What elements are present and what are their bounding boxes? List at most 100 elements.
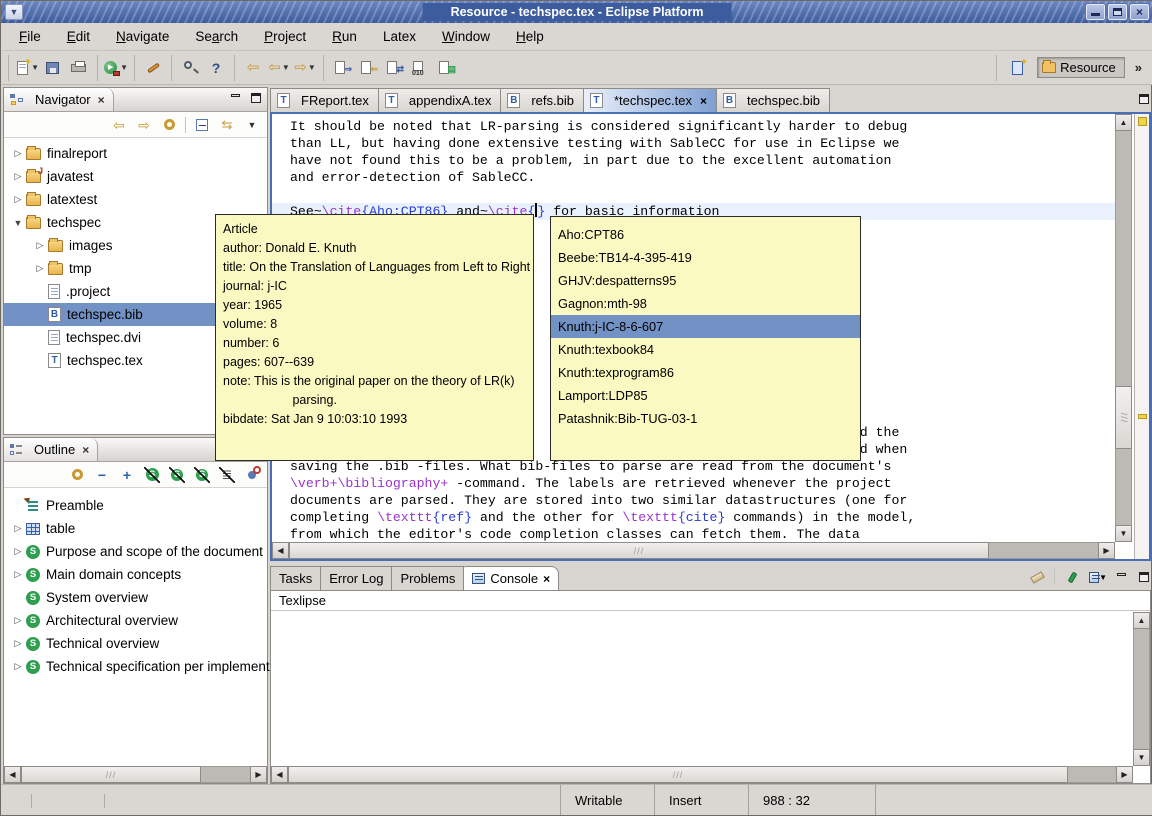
expand-icon[interactable]: + [118,466,136,484]
forward-icon[interactable]: ⇨ [135,116,153,134]
restore-button[interactable] [1107,3,1128,21]
console-vscroll-up-arrow[interactable]: ▲ [1133,612,1150,629]
display-console-button[interactable]: ▼ [1089,568,1107,586]
menu-run[interactable]: Run [319,25,370,48]
editor-tab-freport.tex[interactable]: FReport.tex [270,88,379,112]
window-menu-button[interactable]: ▼ [5,4,23,20]
console-hscroll-right-arrow[interactable]: ▶ [1116,766,1133,783]
navigator-item-javatest[interactable]: ▷ javatest [4,165,267,188]
navigator-minimize-button[interactable] [229,92,243,105]
outline-item-table[interactable]: ▷ table [4,517,267,540]
expander-icon[interactable]: ▷ [32,263,48,274]
completion-item[interactable]: Knuth:j-IC-8-6-607 [551,315,860,338]
navigator-title-tab[interactable]: Navigator × [4,88,114,111]
highlighter-button[interactable] [141,56,165,80]
close-icon[interactable]: × [543,572,550,586]
editor-hscroll-right-arrow[interactable]: ▶ [1098,542,1115,559]
completion-item[interactable]: Lamport:LDP85 [551,384,860,407]
context-help-button[interactable]: ? [204,56,228,80]
hide-subsections-icon[interactable] [168,466,186,484]
search-button[interactable] [178,56,202,80]
refresh-icon[interactable] [68,466,86,484]
editor-vscroll-track[interactable] [1115,131,1132,525]
back-icon[interactable]: ⇦ [110,116,128,134]
editor-tab-refs.bib[interactable]: refs.bib [501,88,584,112]
up-icon[interactable] [160,116,178,134]
editor-tab-appendixa.tex[interactable]: appendixA.tex [378,88,502,112]
outline-item-system-overview[interactable]: System overview [4,586,267,609]
open-perspective-button[interactable]: ✦ [1006,56,1030,80]
print-button[interactable] [67,56,91,80]
expander-icon[interactable]: ▷ [10,638,26,649]
overview-warning-marker[interactable] [1138,117,1147,126]
clear-console-button[interactable] [1028,568,1046,586]
outline-hscroll-thumb[interactable]: /// [21,766,201,783]
nav-back-button[interactable]: ⇦ [241,56,265,80]
menu-edit[interactable]: Edit [54,25,103,48]
console-vscroll-track[interactable] [1133,629,1150,749]
editor-tab-techspec.bib[interactable]: techspec.bib [717,88,831,112]
completion-item[interactable]: Gagnon:mth-98 [551,292,860,315]
completion-item[interactable]: Aho:CPT86 [551,223,860,246]
outline-title-tab[interactable]: Outline × [4,438,99,461]
perspective-overflow-chevron[interactable]: » [1131,60,1146,75]
console-tab-error-log[interactable]: Error Log [321,566,393,590]
console-hscroll-left-arrow[interactable]: ◀ [271,766,288,783]
minimize-button[interactable] [1085,3,1106,21]
menu-navigate[interactable]: Navigate [103,25,182,48]
pin-console-button[interactable] [1063,568,1081,586]
console-tab-console[interactable]: Console × [464,566,560,590]
expander-icon[interactable]: ▷ [10,523,26,534]
editor-tab-techspec.tex[interactable]: *techspec.tex × [583,88,718,112]
outline-item-main-domain-concepts[interactable]: ▷ Main domain concepts [4,563,267,586]
latex-partial-build-button[interactable]: ⇐ [356,56,380,80]
navigator-item-latextest[interactable]: ▷ latextest [4,188,267,211]
expander-icon[interactable]: ▷ [10,194,26,205]
editor-vscroll-down-arrow[interactable]: ▼ [1115,525,1132,542]
latex-build-button[interactable]: ⇒ [330,56,354,80]
latex-doc-button[interactable]: ⇄ [382,56,406,80]
completion-item[interactable]: Beebe:TB14-4-395-419 [551,246,860,269]
outline-item-technical-overview[interactable]: ▷ Technical overview [4,632,267,655]
completion-item[interactable]: Knuth:texbook84 [551,338,860,361]
nav-forward-button[interactable]: ⇨ ▼ [293,56,317,80]
hide-sections-icon[interactable] [143,466,161,484]
hide-subsubsections-icon[interactable] [193,466,211,484]
run-external-tools-button[interactable]: ▼ [104,56,128,80]
menu-latex[interactable]: Latex [370,25,429,48]
editor-vscroll-up-arrow[interactable]: ▲ [1115,114,1132,131]
overview-ruler[interactable] [1134,114,1149,559]
console-tab-problems[interactable]: Problems [392,566,465,590]
editor-vscroll-thumb[interactable]: /// [1115,386,1132,449]
console-vscroll-down-arrow[interactable]: ▼ [1133,749,1150,766]
outline-hscroll-right-arrow[interactable]: ▶ [250,766,267,783]
latex-bib-button[interactable]: ▤ [434,56,458,80]
sort-icon[interactable]: ≣ [218,466,236,484]
new-wizard-button[interactable]: ✦ ▼ [15,56,39,80]
menu-help[interactable]: Help [503,25,557,48]
navigator-maximize-button[interactable] [249,92,263,105]
expander-icon[interactable]: ▷ [10,615,26,626]
expander-icon[interactable]: ▷ [10,148,26,159]
outline-close-icon[interactable]: × [82,443,89,457]
console-tab-tasks[interactable]: Tasks [270,566,322,590]
expander-icon[interactable]: ▷ [10,661,26,672]
expander-icon[interactable]: ▷ [10,171,26,182]
close-button[interactable]: × [1129,3,1150,21]
filter-icon[interactable] [243,465,261,484]
outline-item-purpose-and-scope-of-the-document[interactable]: ▷ Purpose and scope of the document [4,540,267,563]
expander-icon[interactable]: ▷ [10,546,26,557]
collapse-icon[interactable]: − [93,466,111,484]
completion-item[interactable]: Patashnik:Bib-TUG-03-1 [551,407,860,430]
collapse-all-icon[interactable] [193,116,211,134]
expander-icon[interactable]: ▷ [10,569,26,580]
menu-window[interactable]: Window [429,25,503,48]
close-icon[interactable]: × [700,94,707,108]
latex-dvi-button[interactable]: 010 [408,56,432,80]
save-button[interactable] [41,56,65,80]
link-with-editor-icon[interactable]: ⇆ [218,116,236,134]
menu-project[interactable]: Project [251,25,319,48]
expander-icon[interactable]: ▼ [10,218,26,228]
navigator-close-icon[interactable]: × [98,93,105,107]
editor-maximize-button[interactable] [1137,93,1151,106]
